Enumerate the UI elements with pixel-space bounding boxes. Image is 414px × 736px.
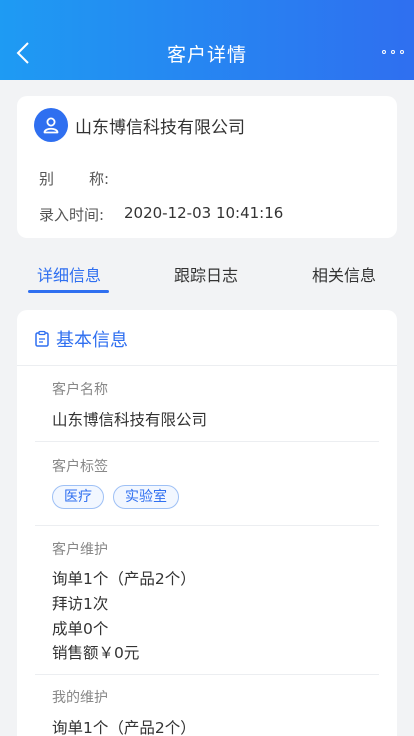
more-dot bbox=[391, 50, 395, 54]
customer-tags-label: 客户标签 bbox=[52, 459, 108, 475]
avatar bbox=[34, 108, 68, 142]
entry-time-label: 录入时间: bbox=[39, 206, 105, 224]
maintenance-line: 拜访1次 bbox=[52, 595, 109, 613]
maintenance-line: 询单1个（产品2个） bbox=[52, 570, 196, 588]
more-button[interactable] bbox=[382, 46, 404, 58]
tab-indicator bbox=[28, 290, 109, 293]
customer-name: 山东博信科技有限公司 bbox=[75, 118, 245, 138]
my-maintenance-line: 询单1个（产品2个） bbox=[52, 719, 196, 736]
tab-details[interactable]: 详细信息 bbox=[37, 262, 101, 286]
divider bbox=[35, 674, 379, 675]
section-header: 基本信息 bbox=[33, 326, 128, 352]
tab-related-info[interactable]: 相关信息 bbox=[312, 262, 376, 286]
divider bbox=[35, 441, 379, 442]
maintenance-line: 成单0个 bbox=[52, 620, 109, 638]
maintenance-line: 销售额￥0元 bbox=[52, 644, 140, 662]
user-icon bbox=[43, 117, 59, 134]
divider bbox=[17, 365, 397, 366]
app-header: 客户详情 bbox=[0, 0, 414, 80]
page-title: 客户详情 bbox=[166, 44, 247, 66]
entry-time-value: 2020-12-03 10:41:16 bbox=[124, 204, 284, 222]
my-maintenance-label: 我的维护 bbox=[52, 690, 108, 706]
customer-name-label: 客户名称 bbox=[52, 382, 108, 398]
section-title: 基本信息 bbox=[56, 330, 128, 351]
customer-name-value: 山东博信科技有限公司 bbox=[52, 411, 208, 429]
more-dots-icon bbox=[382, 50, 386, 54]
customer-summary-card: 山东博信科技有限公司 别 称: 录入时间: 2020-12-03 10:41:1… bbox=[17, 96, 397, 238]
more-dot bbox=[400, 50, 404, 54]
tab-follow-log[interactable]: 跟踪日志 bbox=[174, 262, 238, 286]
alias-label-part: 别 bbox=[39, 170, 55, 188]
alias-label: 别 称: bbox=[39, 168, 109, 189]
maintenance-label: 客户维护 bbox=[52, 542, 108, 558]
tag-chip[interactable]: 实验室 bbox=[113, 485, 179, 509]
basic-info-card: 基本信息 客户名称 山东博信科技有限公司 客户标签 医疗 实验室 客户维护 询单… bbox=[17, 310, 397, 736]
tab-bar: 详细信息 跟踪日志 相关信息 bbox=[0, 254, 414, 294]
divider bbox=[35, 525, 379, 526]
clipboard-icon bbox=[35, 330, 49, 347]
alias-label-part: 称: bbox=[88, 170, 109, 188]
tag-chip[interactable]: 医疗 bbox=[52, 485, 104, 509]
